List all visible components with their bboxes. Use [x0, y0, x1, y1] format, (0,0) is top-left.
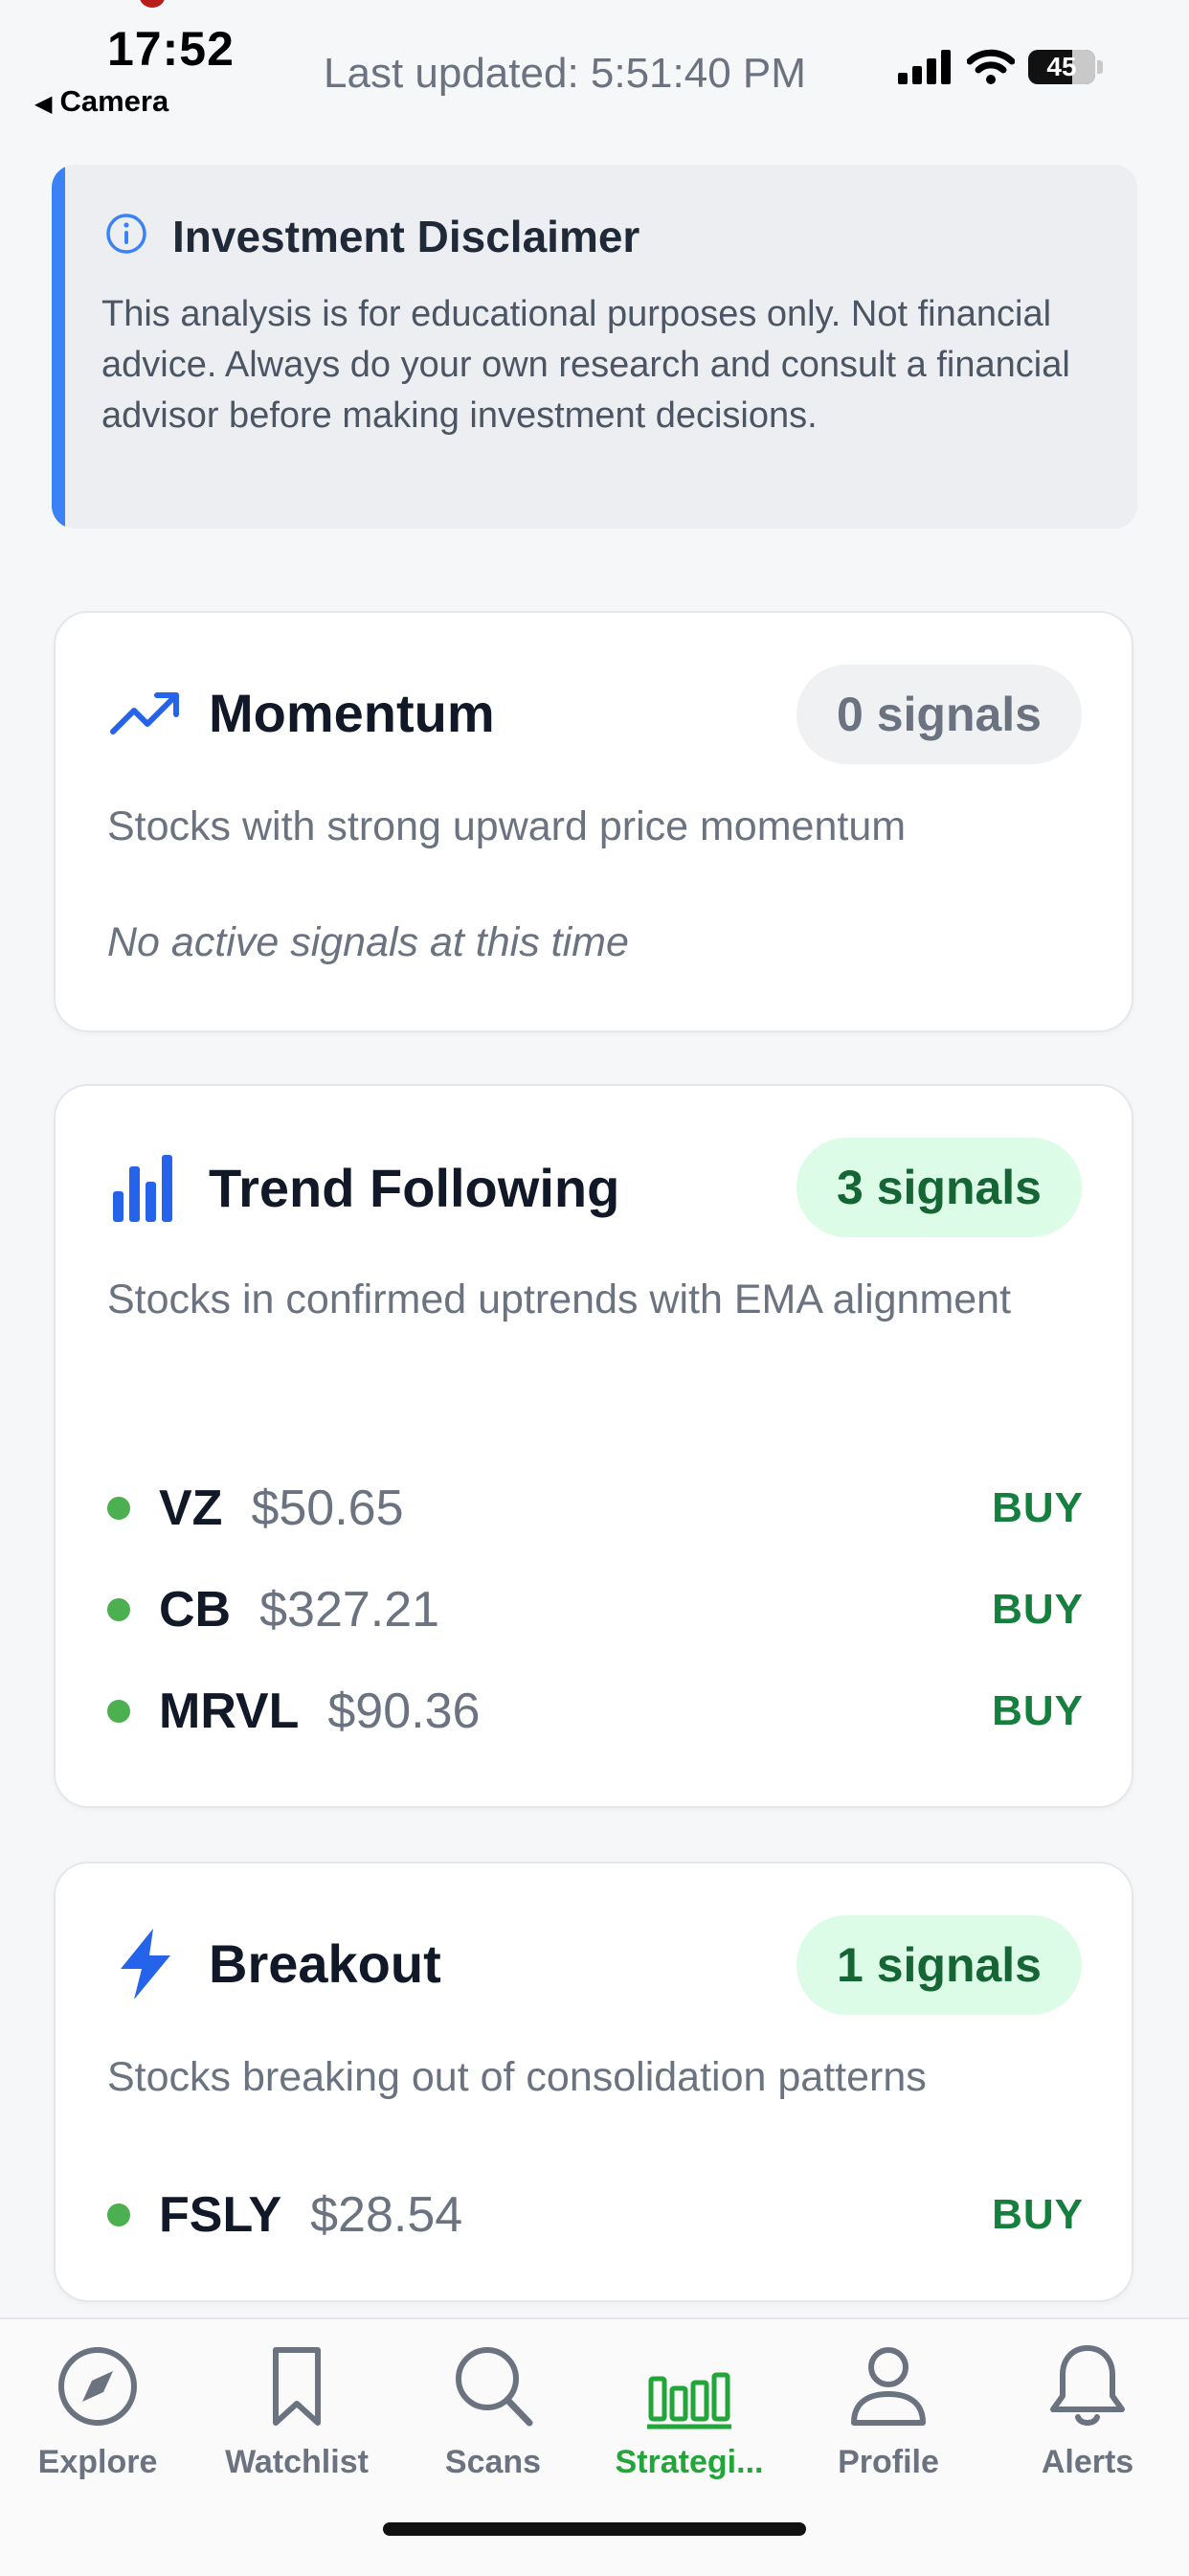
cellular-signal-icon: [898, 50, 951, 84]
ticker-price: $28.54: [310, 2187, 463, 2243]
ticker-price: $327.21: [259, 1582, 440, 1638]
signal-row[interactable]: VZ $50.65 BUY: [107, 1475, 1084, 1542]
strategy-card-trend-following[interactable]: Trend Following 3 signals Stocks in conf…: [54, 1084, 1133, 1808]
strategy-description: Stocks with strong upward price momentum: [107, 803, 907, 849]
tab-profile[interactable]: Profile: [793, 2340, 984, 2494]
strategy-title: Momentum: [209, 683, 495, 743]
ticker-price: $50.65: [251, 1480, 404, 1536]
compass-icon: [58, 2347, 137, 2426]
wifi-icon: [967, 49, 1015, 84]
battery-icon: 45: [1028, 50, 1095, 84]
investment-disclaimer: Investment Disclaimer This analysis is f…: [52, 165, 1137, 529]
last-updated-text: Last updated: 5:51:40 PM: [324, 50, 806, 97]
bookmark-icon: [273, 2347, 321, 2426]
disclaimer-title: Investment Disclaimer: [172, 212, 640, 261]
tab-label: Watchlist: [225, 2444, 369, 2480]
disclaimer-accent-bar: [52, 165, 65, 529]
signal-action: BUY: [992, 1484, 1084, 1531]
tab-watchlist[interactable]: Watchlist: [201, 2340, 393, 2494]
strategy-description: Stocks breaking out of consolidation pat…: [107, 2054, 927, 2100]
signal-action: BUY: [992, 1687, 1084, 1734]
ticker-symbol: CB: [159, 1582, 232, 1638]
disclaimer-body: This analysis is for educational purpose…: [101, 294, 1070, 436]
tab-label: Profile: [838, 2444, 939, 2480]
signal-dot: [107, 1497, 130, 1520]
signal-dot: [107, 1598, 130, 1621]
lightning-icon: [121, 1929, 170, 2000]
strategy-card-breakout[interactable]: Breakout 1 signals Stocks breaking out o…: [54, 1862, 1133, 2302]
tab-scans[interactable]: Scans: [397, 2340, 589, 2494]
recording-indicator: [140, 0, 165, 8]
tab-label: Strategi...: [615, 2444, 764, 2480]
tab-alerts[interactable]: Alerts: [992, 2340, 1183, 2494]
signal-row[interactable]: CB $327.21 BUY: [107, 1576, 1084, 1643]
signal-row[interactable]: MRVL $90.36 BUY: [107, 1678, 1084, 1745]
ticker-price: $90.36: [327, 1683, 481, 1739]
ticker-symbol: VZ: [159, 1480, 223, 1536]
signal-count-badge: 1 signals: [796, 1915, 1082, 2015]
trending-up-icon: [110, 692, 179, 734]
signal-dot: [107, 1700, 130, 1723]
bar-chart-icon: [647, 2372, 731, 2429]
ticker-symbol: MRVL: [159, 1683, 300, 1739]
back-label: Camera: [59, 84, 169, 118]
signal-count-badge: 3 signals: [796, 1138, 1082, 1237]
home-indicator[interactable]: [383, 2522, 806, 2536]
status-time: 17:52: [107, 22, 235, 76]
bottom-tab-bar: Explore Watchlist Scans Strategi... Prof…: [0, 2317, 1189, 2576]
tab-label: Explore: [37, 2444, 158, 2480]
signal-count-badge: 0 signals: [796, 665, 1082, 764]
strategy-title: Breakout: [209, 1933, 441, 1994]
tab-strategies[interactable]: Strategi...: [594, 2340, 785, 2494]
back-arrow-icon: ◀: [34, 91, 53, 117]
bell-icon: [1050, 2345, 1125, 2426]
battery-cap: [1097, 60, 1103, 74]
no-signals-text: No active signals at this time: [107, 919, 629, 965]
strategy-title: Trend Following: [209, 1158, 620, 1218]
search-icon: [456, 2347, 533, 2427]
tab-label: Scans: [444, 2444, 542, 2480]
strategy-description: Stocks in confirmed uptrends with EMA al…: [107, 1277, 1012, 1322]
signal-dot: [107, 2203, 130, 2226]
battery-level: 45: [1046, 52, 1077, 81]
status-bar: 17:52 ◀ Camera Last updated: 5:51:40 PM 4…: [0, 0, 1189, 144]
ticker-symbol: FSLY: [159, 2187, 282, 2243]
person-icon: [851, 2347, 926, 2426]
info-circle-icon: [106, 214, 146, 254]
signal-action: BUY: [992, 1586, 1084, 1633]
signal-row[interactable]: FSLY $28.54 BUY: [107, 2181, 1084, 2248]
signal-action: BUY: [992, 2191, 1084, 2238]
tab-label: Alerts: [1041, 2444, 1134, 2480]
back-to-camera-link[interactable]: ◀ Camera: [34, 84, 168, 119]
system-icons: 45: [898, 46, 1103, 88]
bar-chart-icon: [113, 1155, 172, 1222]
strategy-card-momentum[interactable]: Momentum 0 signals Stocks with strong up…: [54, 611, 1133, 1032]
tab-explore[interactable]: Explore: [2, 2340, 193, 2494]
